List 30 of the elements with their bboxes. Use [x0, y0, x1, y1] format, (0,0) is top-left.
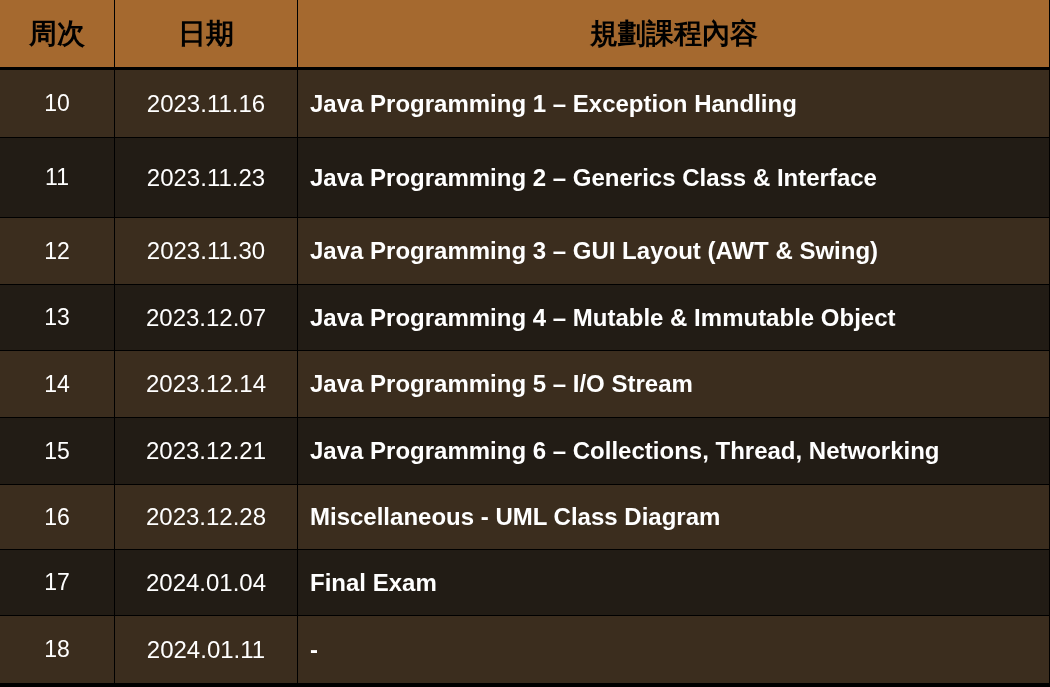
table-cell: Miscellaneous - UML Class Diagram — [298, 485, 1050, 549]
table-cell: Java Programming 1 – Exception Handling — [298, 70, 1050, 137]
table-cell: Java Programming 6 – Collections, Thread, Networking — [298, 418, 1050, 484]
column-header: 規劃課程內容 — [298, 0, 1050, 67]
column-header: 周次 — [0, 0, 115, 67]
table-cell: 13 — [0, 285, 115, 350]
table-cell: 2023.12.21 — [115, 418, 298, 484]
table-cell: - — [298, 616, 1050, 683]
table-cell: Final Exam — [298, 550, 1050, 615]
table-cell: 2023.12.07 — [115, 285, 298, 350]
table-cell: 16 — [0, 485, 115, 549]
table-cell: 10 — [0, 70, 115, 137]
table-cell: 11 — [0, 138, 115, 217]
table-cell: 17 — [0, 550, 115, 615]
table-cell: 2023.12.14 — [115, 351, 298, 417]
table-cell: 15 — [0, 418, 115, 484]
table-cell: 2023.11.30 — [115, 218, 298, 284]
table-cell: Java Programming 5 – I/O Stream — [298, 351, 1050, 417]
table-cell: 2024.01.11 — [115, 616, 298, 683]
column-header: 日期 — [115, 0, 298, 67]
table-cell: Java Programming 2 – Generics Class & Interface — [298, 138, 1050, 217]
table-cell: Java Programming 3 – GUI Layout (AWT & Swing) — [298, 218, 1050, 284]
table-cell: 18 — [0, 616, 115, 683]
table-cell: 14 — [0, 351, 115, 417]
table-cell: 2023.11.23 — [115, 138, 298, 217]
table-cell: 2023.12.28 — [115, 485, 298, 549]
table-cell: 2023.11.16 — [115, 70, 298, 137]
table-cell: 12 — [0, 218, 115, 284]
table-cell: 2024.01.04 — [115, 550, 298, 615]
table-cell: Java Programming 4 – Mutable & Immutable Object — [298, 285, 1050, 350]
